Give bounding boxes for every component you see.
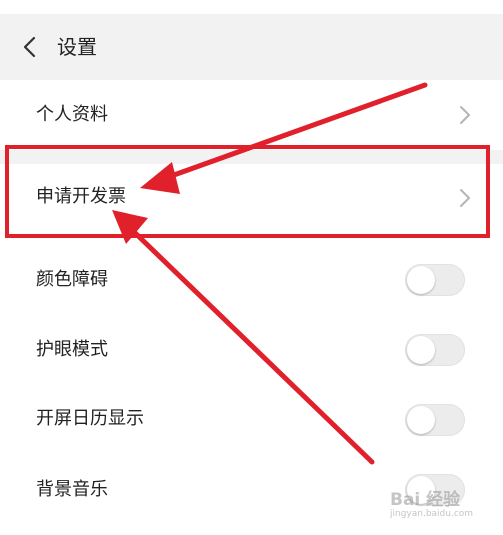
calendar-label: 开屏日历显示	[36, 408, 144, 429]
profile-label: 个人资料	[36, 104, 108, 125]
toggle-knob	[407, 336, 435, 364]
settings-row-profile[interactable]: 个人资料	[0, 80, 503, 150]
header-bar: 设置	[0, 14, 503, 80]
back-button[interactable]	[14, 32, 44, 62]
page-title: 设置	[57, 35, 97, 59]
settings-row-eye-care: 护眼模式	[0, 314, 503, 384]
color-blind-toggle[interactable]	[405, 264, 465, 296]
settings-row-color-blind: 颜色障碍	[0, 244, 503, 314]
watermark-main: Bai 经验	[390, 490, 461, 510]
calendar-toggle[interactable]	[405, 404, 465, 436]
music-label: 背景音乐	[36, 479, 108, 500]
toggle-knob	[407, 266, 435, 294]
eye-care-label: 护眼模式	[36, 339, 108, 360]
top-strip	[0, 0, 503, 14]
watermark-sub: jingyan.baidu.com	[390, 509, 474, 519]
toggle-knob	[407, 406, 435, 434]
chevron-left-icon	[23, 36, 36, 58]
color-blind-label: 颜色障碍	[36, 269, 108, 290]
chevron-right-icon	[460, 106, 470, 124]
settings-row-calendar: 开屏日历显示	[0, 384, 503, 454]
annotation-highlight-box	[5, 145, 490, 238]
eye-care-toggle[interactable]	[405, 334, 465, 366]
watermark: Bai 经验 jingyan.baidu.com	[390, 485, 495, 525]
